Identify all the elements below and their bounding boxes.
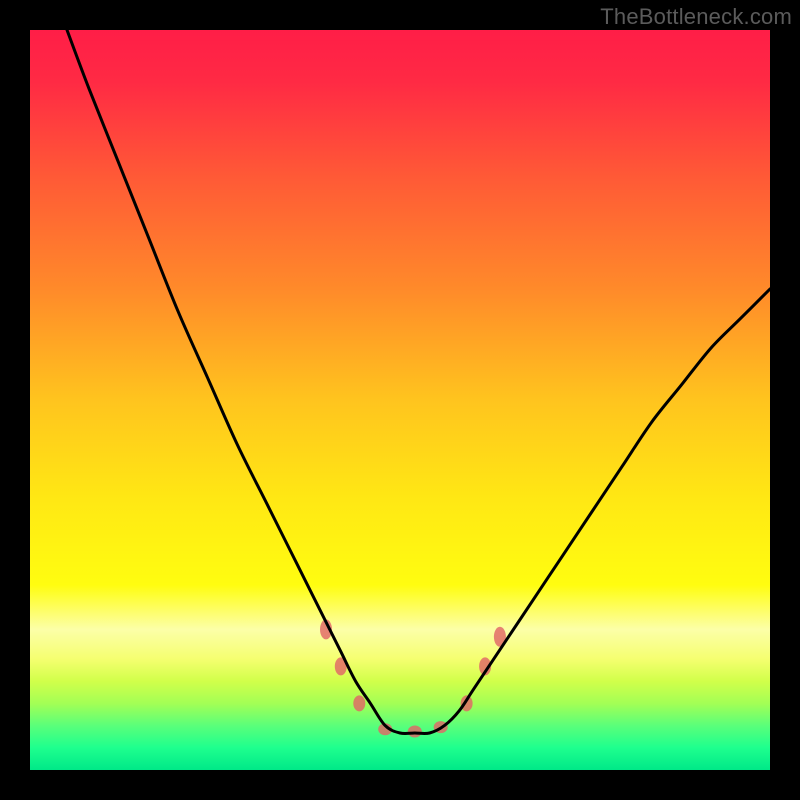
plot-area <box>30 30 770 770</box>
chart-svg <box>30 30 770 770</box>
markers-group <box>320 619 506 737</box>
marker-left-low <box>353 695 365 711</box>
watermark-text: TheBottleneck.com <box>600 4 792 30</box>
chart-frame: TheBottleneck.com <box>0 0 800 800</box>
bottleneck-curve <box>67 30 770 734</box>
